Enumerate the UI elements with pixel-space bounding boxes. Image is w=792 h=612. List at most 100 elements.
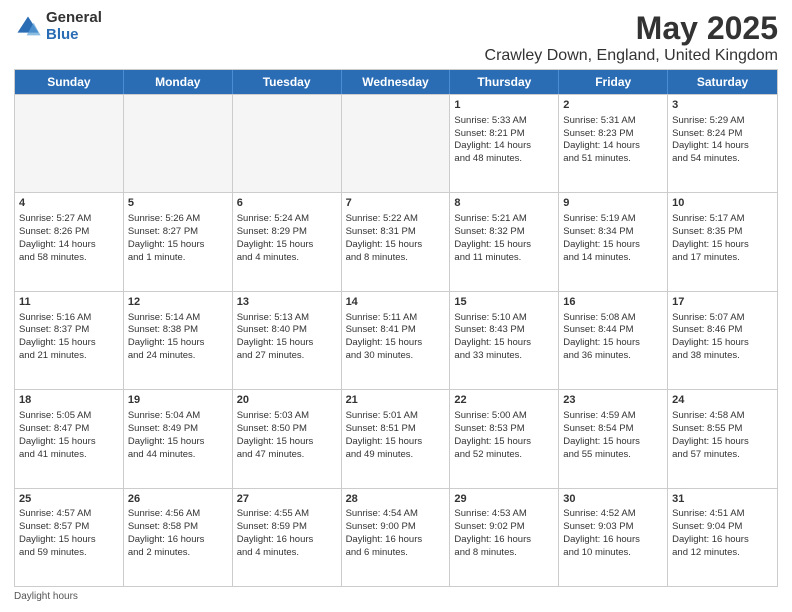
day-info-line: Daylight: 15 hours bbox=[346, 239, 446, 252]
day-info-line: and 57 minutes. bbox=[672, 449, 773, 462]
cal-cell: 4Sunrise: 5:27 AMSunset: 8:26 PMDaylight… bbox=[15, 193, 124, 290]
cal-cell: 9Sunrise: 5:19 AMSunset: 8:34 PMDaylight… bbox=[559, 193, 668, 290]
header-day-saturday: Saturday bbox=[668, 70, 777, 94]
day-number: 10 bbox=[672, 196, 773, 211]
day-info-line: and 52 minutes. bbox=[454, 449, 554, 462]
day-number: 13 bbox=[237, 295, 337, 310]
day-info-line: Daylight: 16 hours bbox=[563, 534, 663, 547]
day-info-line: Sunset: 9:03 PM bbox=[563, 521, 663, 534]
cal-cell: 10Sunrise: 5:17 AMSunset: 8:35 PMDayligh… bbox=[668, 193, 777, 290]
day-info-line: Sunrise: 5:27 AM bbox=[19, 213, 119, 226]
day-info-line: and 41 minutes. bbox=[19, 449, 119, 462]
day-info-line: Sunset: 8:54 PM bbox=[563, 423, 663, 436]
cal-cell: 15Sunrise: 5:10 AMSunset: 8:43 PMDayligh… bbox=[450, 292, 559, 389]
day-info-line: Sunrise: 5:19 AM bbox=[563, 213, 663, 226]
cal-cell: 23Sunrise: 4:59 AMSunset: 8:54 PMDayligh… bbox=[559, 390, 668, 487]
day-number: 12 bbox=[128, 295, 228, 310]
day-info-line: Daylight: 15 hours bbox=[19, 534, 119, 547]
day-info-line: Sunrise: 5:33 AM bbox=[454, 115, 554, 128]
day-number: 28 bbox=[346, 492, 446, 507]
day-info-line: Daylight: 15 hours bbox=[128, 337, 228, 350]
cal-cell: 26Sunrise: 4:56 AMSunset: 8:58 PMDayligh… bbox=[124, 489, 233, 586]
day-info-line: Sunrise: 5:31 AM bbox=[563, 115, 663, 128]
day-info-line: Sunrise: 4:57 AM bbox=[19, 508, 119, 521]
page: General Blue May 2025 Crawley Down, Engl… bbox=[0, 0, 792, 612]
day-info-line: Sunset: 8:34 PM bbox=[563, 226, 663, 239]
day-info-line: Daylight: 14 hours bbox=[563, 140, 663, 153]
day-info-line: and 24 minutes. bbox=[128, 350, 228, 363]
day-info-line: Sunrise: 5:05 AM bbox=[19, 410, 119, 423]
day-info-line: Sunset: 8:21 PM bbox=[454, 128, 554, 141]
day-info-line: Sunset: 8:24 PM bbox=[672, 128, 773, 141]
day-info-line: Daylight: 15 hours bbox=[19, 337, 119, 350]
day-number: 7 bbox=[346, 196, 446, 211]
logo-text: General Blue bbox=[46, 10, 102, 43]
day-info-line: Sunset: 8:35 PM bbox=[672, 226, 773, 239]
day-info-line: and 38 minutes. bbox=[672, 350, 773, 363]
day-info-line: Sunrise: 5:16 AM bbox=[19, 312, 119, 325]
day-info-line: Sunrise: 4:52 AM bbox=[563, 508, 663, 521]
day-info-line: Daylight: 15 hours bbox=[563, 436, 663, 449]
day-info-line: and 10 minutes. bbox=[563, 547, 663, 560]
logo-icon bbox=[14, 13, 42, 41]
day-info-line: Daylight: 16 hours bbox=[672, 534, 773, 547]
day-info-line: and 44 minutes. bbox=[128, 449, 228, 462]
cal-cell: 29Sunrise: 4:53 AMSunset: 9:02 PMDayligh… bbox=[450, 489, 559, 586]
day-info-line: Sunrise: 5:00 AM bbox=[454, 410, 554, 423]
day-info-line: Sunrise: 4:58 AM bbox=[672, 410, 773, 423]
day-info-line: Daylight: 15 hours bbox=[128, 239, 228, 252]
cal-cell: 25Sunrise: 4:57 AMSunset: 8:57 PMDayligh… bbox=[15, 489, 124, 586]
day-info-line: and 59 minutes. bbox=[19, 547, 119, 560]
day-info-line: Sunrise: 5:08 AM bbox=[563, 312, 663, 325]
day-info-line: Daylight: 15 hours bbox=[19, 436, 119, 449]
day-info-line: Sunrise: 5:11 AM bbox=[346, 312, 446, 325]
day-info-line: and 1 minute. bbox=[128, 252, 228, 265]
day-number: 17 bbox=[672, 295, 773, 310]
cal-cell: 24Sunrise: 4:58 AMSunset: 8:55 PMDayligh… bbox=[668, 390, 777, 487]
cal-cell: 6Sunrise: 5:24 AMSunset: 8:29 PMDaylight… bbox=[233, 193, 342, 290]
day-info-line: and 49 minutes. bbox=[346, 449, 446, 462]
main-title: May 2025 bbox=[485, 10, 778, 47]
cal-cell: 19Sunrise: 5:04 AMSunset: 8:49 PMDayligh… bbox=[124, 390, 233, 487]
day-number: 4 bbox=[19, 196, 119, 211]
day-info-line: Sunset: 8:43 PM bbox=[454, 324, 554, 337]
logo: General Blue bbox=[14, 10, 102, 43]
day-number: 19 bbox=[128, 393, 228, 408]
day-number: 18 bbox=[19, 393, 119, 408]
day-info-line: Daylight: 15 hours bbox=[237, 337, 337, 350]
day-number: 23 bbox=[563, 393, 663, 408]
cal-cell bbox=[15, 95, 124, 192]
day-info-line: Daylight: 15 hours bbox=[672, 436, 773, 449]
cal-cell bbox=[124, 95, 233, 192]
day-info-line: and 55 minutes. bbox=[563, 449, 663, 462]
day-number: 25 bbox=[19, 492, 119, 507]
week-row-4: 18Sunrise: 5:05 AMSunset: 8:47 PMDayligh… bbox=[15, 389, 777, 487]
day-info-line: and 47 minutes. bbox=[237, 449, 337, 462]
day-info-line: Sunrise: 4:53 AM bbox=[454, 508, 554, 521]
header-day-wednesday: Wednesday bbox=[342, 70, 451, 94]
day-info-line: Sunset: 8:50 PM bbox=[237, 423, 337, 436]
cal-cell: 14Sunrise: 5:11 AMSunset: 8:41 PMDayligh… bbox=[342, 292, 451, 389]
cal-cell: 1Sunrise: 5:33 AMSunset: 8:21 PMDaylight… bbox=[450, 95, 559, 192]
header-day-thursday: Thursday bbox=[450, 70, 559, 94]
logo-general: General bbox=[46, 10, 102, 27]
day-info-line: Sunset: 8:44 PM bbox=[563, 324, 663, 337]
cal-cell: 27Sunrise: 4:55 AMSunset: 8:59 PMDayligh… bbox=[233, 489, 342, 586]
day-info-line: Sunset: 8:29 PM bbox=[237, 226, 337, 239]
day-info-line: and 21 minutes. bbox=[19, 350, 119, 363]
day-info-line: and 54 minutes. bbox=[672, 153, 773, 166]
cal-cell: 3Sunrise: 5:29 AMSunset: 8:24 PMDaylight… bbox=[668, 95, 777, 192]
calendar: SundayMondayTuesdayWednesdayThursdayFrid… bbox=[14, 69, 778, 587]
day-number: 11 bbox=[19, 295, 119, 310]
day-info-line: Sunrise: 5:26 AM bbox=[128, 213, 228, 226]
week-row-5: 25Sunrise: 4:57 AMSunset: 8:57 PMDayligh… bbox=[15, 488, 777, 586]
day-info-line: and 2 minutes. bbox=[128, 547, 228, 560]
day-info-line: Sunrise: 4:56 AM bbox=[128, 508, 228, 521]
day-info-line: Daylight: 16 hours bbox=[454, 534, 554, 547]
day-info-line: Sunrise: 4:54 AM bbox=[346, 508, 446, 521]
cal-cell: 13Sunrise: 5:13 AMSunset: 8:40 PMDayligh… bbox=[233, 292, 342, 389]
day-info-line: Sunset: 8:58 PM bbox=[128, 521, 228, 534]
header-day-tuesday: Tuesday bbox=[233, 70, 342, 94]
day-number: 27 bbox=[237, 492, 337, 507]
day-info-line: and 12 minutes. bbox=[672, 547, 773, 560]
